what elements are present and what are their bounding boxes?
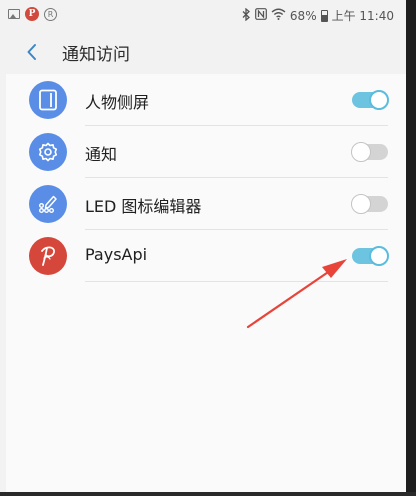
paysapi-logo-icon bbox=[29, 237, 67, 275]
status-time: 上午 11:40 bbox=[331, 9, 394, 23]
app-label: 人物侧屏 bbox=[85, 93, 150, 112]
people-edge-icon bbox=[29, 81, 67, 119]
app-label: PaysApi bbox=[85, 245, 148, 264]
led-editor-toggle[interactable] bbox=[351, 194, 388, 214]
notifications-toggle[interactable] bbox=[351, 142, 388, 162]
status-bar: P R 68% 上午 11:40 bbox=[0, 0, 406, 30]
led-editor-icon bbox=[29, 185, 67, 223]
notification-access-list: 人物侧屏 通知 LED 图标编辑器 PaysApi bbox=[6, 74, 406, 496]
pinterest-icon: P bbox=[25, 7, 39, 21]
app-row-notifications[interactable]: 通知 bbox=[6, 126, 406, 178]
image-icon bbox=[8, 9, 20, 19]
status-right-icons: 68% 上午 11:40 bbox=[242, 7, 394, 24]
page-title: 通知访问 bbox=[62, 45, 130, 65]
screen: P R 68% 上午 11:40 通知访问 人物侧屏 通知 LED 图标编辑器 … bbox=[0, 0, 406, 496]
screen-edge bbox=[0, 492, 416, 496]
app-row-led-editor[interactable]: LED 图标编辑器 bbox=[6, 178, 406, 230]
chevron-left-icon bbox=[27, 44, 36, 60]
bluetooth-icon bbox=[242, 7, 251, 24]
battery-icon bbox=[320, 9, 328, 22]
gear-icon bbox=[29, 133, 67, 171]
app-row-paysapi[interactable]: PaysApi bbox=[6, 230, 406, 282]
wifi-icon bbox=[271, 8, 286, 23]
battery-percent: 68% bbox=[289, 8, 317, 23]
app-row-people-edge[interactable]: 人物侧屏 bbox=[6, 74, 406, 126]
back-button[interactable] bbox=[18, 38, 46, 66]
app-header: 通知访问 bbox=[0, 30, 406, 74]
screen-edge bbox=[406, 0, 416, 496]
app-label: LED 图标编辑器 bbox=[85, 197, 202, 216]
divider bbox=[85, 281, 388, 282]
nfc-icon bbox=[255, 8, 267, 23]
app-label: 通知 bbox=[85, 145, 118, 164]
registered-icon: R bbox=[44, 7, 57, 21]
people-edge-toggle[interactable] bbox=[352, 90, 389, 110]
paysapi-toggle[interactable] bbox=[352, 246, 389, 266]
status-left-icons: P R bbox=[8, 7, 57, 21]
